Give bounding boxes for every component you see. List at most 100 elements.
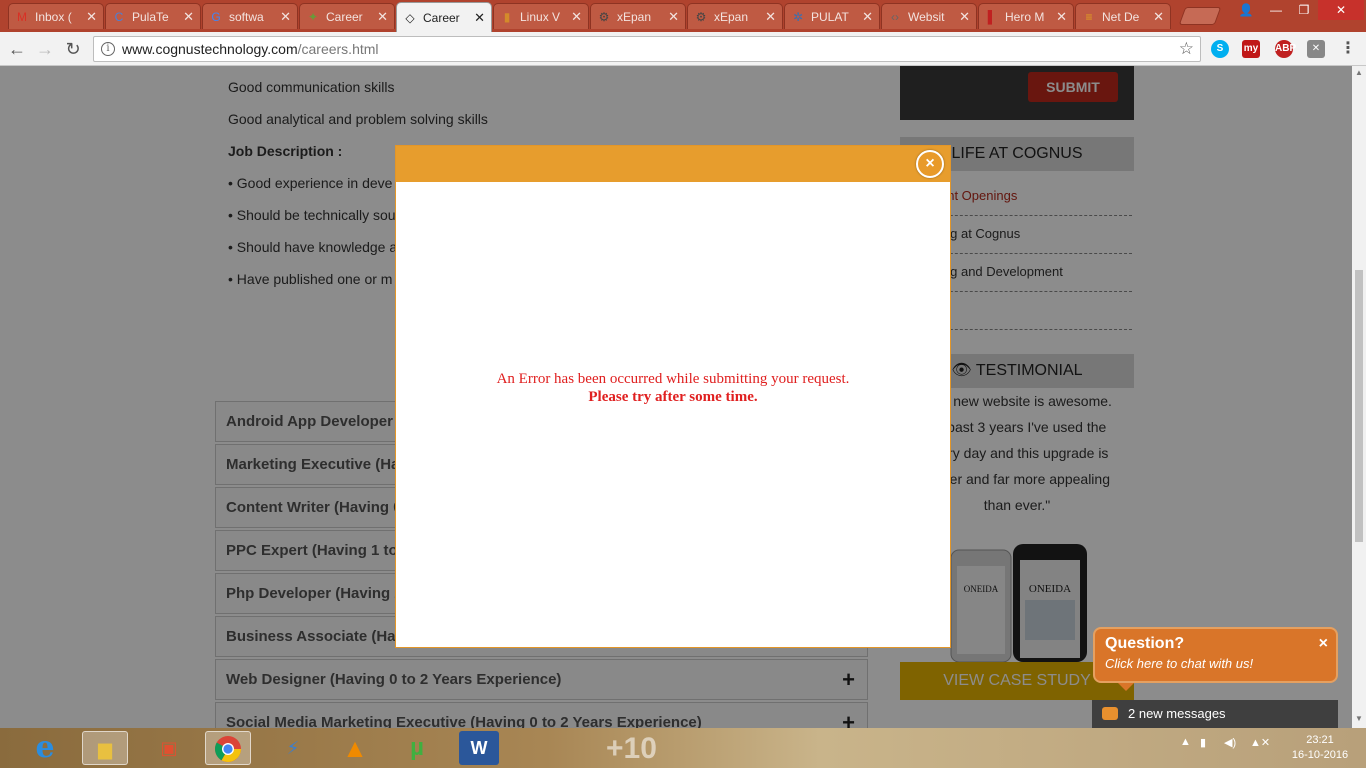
address-bar[interactable]: i www.cognustechnology.com/careers.html …: [93, 36, 1201, 62]
bookmark-star-icon[interactable]: ☆: [1179, 37, 1194, 61]
scroll-down-icon[interactable]: ▼: [1352, 712, 1366, 726]
person-icon: ✦: [307, 9, 319, 24]
file-explorer-icon[interactable]: ▆: [82, 731, 128, 765]
tab-title: Linux V: [520, 9, 561, 24]
error-modal: × An Error has been occurred while submi…: [395, 145, 951, 648]
browser-tab[interactable]: ▮ Linux V ✕: [493, 3, 589, 29]
browser-tab[interactable]: M Inbox ( ✕: [8, 3, 104, 29]
tab-title: Inbox (: [35, 9, 72, 24]
new-tab-button[interactable]: [1178, 7, 1222, 25]
forward-icon[interactable]: →: [34, 38, 56, 60]
hero-icon: ▌: [987, 9, 997, 24]
url-path: /careers.html: [297, 41, 379, 57]
clock-date: 16-10-2016: [1291, 749, 1349, 761]
tab-strip: M Inbox ( ✕ C PulaTe ✕ Gsoftwa ✕ ✦ Career ✕ ◇ Career…: [0, 0, 1366, 32]
browser-tab[interactable]: ⚙ xEpan ✕: [687, 3, 783, 29]
gear-icon: ⚙: [598, 9, 610, 24]
tray-volume-icon[interactable]: ◀): [1224, 736, 1236, 749]
tab-close-icon[interactable]: ✕: [765, 9, 776, 25]
presentation-app-icon[interactable]: ▣: [146, 731, 192, 765]
scroll-up-icon[interactable]: ▲: [1352, 66, 1366, 80]
browser-tab[interactable]: ▌ Hero M ✕: [978, 3, 1074, 29]
tab-title: PULAT: [811, 9, 849, 24]
taskbar: e ▆ ▣ ⚡ ▲ µ W +10 ▲ ▮ ◀) ▲✕ 23:21 16-10-…: [0, 728, 1366, 768]
new-messages-bar[interactable]: 2 new messages: [1092, 700, 1338, 728]
browser-toolbar: ← → ↻ i www.cognustechnology.com/careers…: [0, 32, 1366, 66]
chat-title: Question?: [1105, 635, 1185, 652]
tab-title: Hero M: [1005, 9, 1045, 24]
tab-title: Career: [423, 10, 460, 25]
maximize-button[interactable]: ❐: [1290, 0, 1318, 20]
tab-title: PulaTe: [132, 9, 169, 24]
tab-close-icon[interactable]: ✕: [377, 9, 388, 25]
tab-close-icon[interactable]: ✕: [959, 9, 970, 25]
taskbar-counter: +10: [606, 732, 657, 765]
tab-close-icon[interactable]: ✕: [183, 9, 194, 25]
skype-extension-icon[interactable]: S: [1211, 40, 1229, 58]
gear-icon: ⚙: [695, 9, 707, 24]
page-icon: ▮: [503, 9, 511, 24]
shine-icon: ≡: [1085, 9, 1093, 24]
url-host: www.cognustechnology.com: [122, 41, 298, 57]
tab-title: xEpan: [714, 9, 749, 24]
loading-icon: C: [114, 9, 124, 24]
tab-close-icon[interactable]: ✕: [862, 9, 873, 25]
browser-tab[interactable]: Gsoftwa ✕: [202, 3, 298, 29]
globe-icon: ✲: [792, 9, 804, 24]
browser-tab[interactable]: ✦ Career ✕: [299, 3, 395, 29]
chat-bubble-icon: [1102, 707, 1118, 720]
browser-tab[interactable]: ‹› Websit ✕: [881, 3, 977, 29]
chat-tail: [1118, 683, 1134, 691]
tab-title: Websit: [908, 9, 945, 24]
vlc-icon[interactable]: ▲: [332, 731, 378, 765]
tab-title: xEpan: [617, 9, 652, 24]
browser-tab[interactable]: ✲ PULAT ✕: [784, 3, 880, 29]
error-message-retry: Please try after some time.: [588, 389, 758, 405]
tab-close-icon[interactable]: ✕: [86, 9, 97, 25]
menu-icon[interactable]: ⋮: [1339, 40, 1357, 58]
error-message: An Error has been occurred while submitt…: [496, 371, 850, 387]
tray-up-arrow-icon[interactable]: ▲: [1180, 736, 1191, 748]
code-icon: ‹›: [891, 9, 899, 24]
window-close-button[interactable]: ✕: [1318, 0, 1364, 20]
reload-icon[interactable]: ↻: [62, 38, 84, 60]
tab-title: Net De: [1102, 9, 1140, 24]
browser-tab[interactable]: ⚙ xEpan ✕: [590, 3, 686, 29]
modal-close-button[interactable]: ×: [916, 150, 944, 178]
minimize-button[interactable]: —: [1262, 0, 1290, 20]
tab-close-icon[interactable]: ✕: [1153, 9, 1164, 25]
tab-close-icon[interactable]: ✕: [280, 9, 291, 25]
gmail-icon: M: [17, 9, 27, 24]
google-icon: G: [211, 9, 221, 24]
back-icon[interactable]: ←: [6, 38, 28, 60]
chat-close-button[interactable]: ×: [1319, 635, 1328, 653]
browser-tab[interactable]: C PulaTe ✕: [105, 3, 201, 29]
tab-title: softwa: [229, 9, 264, 24]
tab-close-icon[interactable]: ✕: [474, 10, 485, 26]
clock-time: 23:21: [1306, 734, 1334, 746]
scroll-thumb[interactable]: [1355, 270, 1363, 542]
tray-network-icon[interactable]: ▲✕: [1250, 736, 1270, 749]
tab-title: Career: [326, 9, 363, 24]
browser-tab[interactable]: ≡ Net De ✕: [1075, 3, 1171, 29]
app-icon[interactable]: ⚡: [270, 731, 316, 765]
internet-explorer-icon[interactable]: e: [22, 731, 68, 765]
utorrent-icon[interactable]: µ: [394, 731, 440, 765]
tab-close-icon[interactable]: ✕: [668, 9, 679, 25]
profile-icon[interactable]: 👤: [1232, 0, 1260, 20]
clock[interactable]: 23:21 16-10-2016: [1284, 733, 1356, 763]
chrome-icon[interactable]: [205, 731, 251, 765]
adblock-extension-icon[interactable]: ABP: [1275, 40, 1296, 58]
my-extension-icon[interactable]: my: [1242, 40, 1260, 58]
modal-header: [396, 146, 950, 182]
diamond-icon: ◇: [405, 10, 415, 25]
browser-tab[interactable]: ◇ Career ✕: [396, 2, 492, 32]
chat-widget[interactable]: Question? Click here to chat with us! ×: [1093, 627, 1338, 683]
tab-close-icon[interactable]: ✕: [571, 9, 582, 25]
tray-power-icon[interactable]: ▮: [1200, 736, 1206, 749]
word-icon[interactable]: W: [459, 731, 499, 765]
page-scrollbar[interactable]: ▲ ▼: [1352, 66, 1366, 728]
extension-icon[interactable]: ✕: [1307, 40, 1325, 58]
info-icon[interactable]: i: [101, 42, 115, 56]
tab-close-icon[interactable]: ✕: [1056, 9, 1067, 25]
